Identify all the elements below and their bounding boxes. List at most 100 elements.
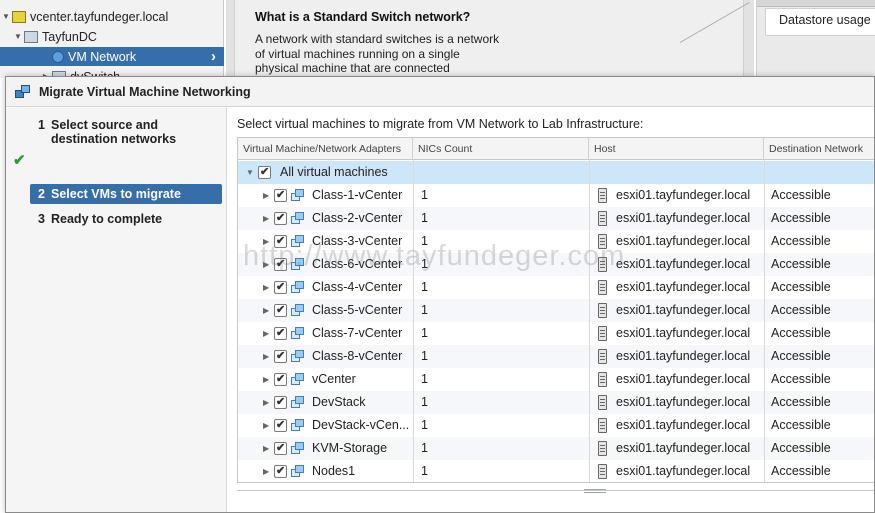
step-number: 3: [38, 212, 45, 226]
vcenter-icon: [12, 10, 26, 23]
nics-count: 1: [421, 188, 428, 202]
nics-count: 1: [421, 464, 428, 478]
host-name: esxi01.tayfundeger.local: [616, 234, 751, 248]
expand-arrow-icon[interactable]: ▶: [263, 391, 269, 414]
wizard-steps: ✔ 1 Select source and destination networ…: [6, 108, 227, 512]
step-select-vms[interactable]: 2 Select VMs to migrate: [30, 184, 222, 204]
tree-node-vcenter[interactable]: ▼ vcenter.tayfundeger.local: [0, 7, 224, 26]
host-name: esxi01.tayfundeger.local: [616, 441, 751, 455]
resize-grip[interactable]: [584, 489, 606, 493]
vm-row[interactable]: ▶ DevStack 1 esxi01.tayfundeger.local Access…: [238, 391, 874, 414]
host-icon: [598, 326, 607, 341]
expand-arrow-icon[interactable]: ▶: [263, 437, 269, 460]
vm-row[interactable]: ▶ vCenter 1 esxi01.tayfundeger.local Accessi…: [238, 368, 874, 391]
vm-checkbox[interactable]: [274, 211, 287, 225]
expand-arrow-icon[interactable]: ▼: [12, 32, 24, 41]
vm-checkbox[interactable]: [274, 418, 287, 432]
right-portlet: Datastore usage: [756, 0, 875, 78]
vm-row[interactable]: ▶ Nodes1 1 esxi01.tayfundeger.local Accessib…: [238, 460, 874, 482]
vm-checkbox[interactable]: [274, 395, 287, 409]
vm-row[interactable]: ▶ Class-7-vCenter 1 esxi01.tayfundeger.loca…: [238, 322, 874, 345]
vm-name: Class-7-vCenter: [312, 326, 403, 340]
vm-checkbox[interactable]: [274, 441, 287, 455]
step-select-networks[interactable]: 1 Select source and destination networks: [30, 118, 222, 148]
host-icon: [598, 349, 607, 364]
host-name: esxi01.tayfundeger.local: [616, 257, 751, 271]
vm-grid: Virtual Machine/Network Adapters NICs Co…: [237, 137, 874, 483]
destination-network: Accessible: [771, 257, 831, 271]
nics-count: 1: [421, 372, 428, 386]
expand-arrow-icon[interactable]: ▶: [263, 299, 269, 322]
host-icon: [598, 211, 607, 226]
vm-row[interactable]: ▶ DevStack-vCen... 1 esxi01.tayfundeger.loc…: [238, 414, 874, 437]
vm-icon: [291, 442, 305, 455]
nics-count: 1: [421, 349, 428, 363]
expand-arrow-icon[interactable]: ▼: [0, 12, 12, 21]
column-header-vm[interactable]: Virtual Machine/Network Adapters: [238, 138, 413, 160]
step-label: Select source and destination networks: [51, 118, 177, 146]
tree-node-label: TayfunDC: [42, 29, 97, 44]
help-diagram-line: [679, 2, 750, 43]
instruction-text: Select virtual machines to migrate from …: [237, 117, 644, 131]
host-name: esxi01.tayfundeger.local: [616, 418, 751, 432]
chevron-right-icon[interactable]: ›: [211, 48, 216, 65]
destination-network: Accessible: [771, 464, 831, 478]
vm-icon: [291, 212, 305, 225]
host-icon: [598, 280, 607, 295]
navigator-tree: ▼ vcenter.tayfundeger.local ▼ TayfunDC V…: [0, 0, 224, 78]
vm-checkbox[interactable]: [274, 326, 287, 340]
column-header-host[interactable]: Host: [589, 138, 764, 160]
host-name: esxi01.tayfundeger.local: [616, 349, 751, 363]
host-name: esxi01.tayfundeger.local: [616, 188, 751, 202]
vm-icon: [291, 373, 305, 386]
migrate-network-icon: [15, 84, 31, 99]
vm-checkbox[interactable]: [274, 464, 287, 478]
vm-row[interactable]: ▶ Class-5-vCenter 1 esxi01.tayfundeger.loca…: [238, 299, 874, 322]
all-vms-row[interactable]: ▼ All virtual machines: [238, 161, 874, 184]
vm-checkbox[interactable]: [274, 303, 287, 317]
expand-arrow-icon[interactable]: ▶: [263, 184, 269, 207]
step-ready-to-complete[interactable]: 3 Ready to complete: [30, 212, 222, 228]
vm-name: Class-1-vCenter: [312, 188, 403, 202]
datastore-usage-label: Datastore usage: [779, 13, 871, 27]
vm-checkbox[interactable]: [274, 372, 287, 386]
vm-row[interactable]: ▶ Class-8-vCenter 1 esxi01.tayfundeger.loca…: [238, 345, 874, 368]
checkmark-icon: ✔: [13, 152, 26, 169]
destination-network: Accessible: [771, 234, 831, 248]
vm-row[interactable]: ▶ Class-2-vCenter 1 esxi01.tayfundeger.loca…: [238, 207, 874, 230]
nics-count: 1: [421, 303, 428, 317]
vm-row[interactable]: ▶ Class-1-vCenter 1 esxi01.tayfundeger.loca…: [238, 184, 874, 207]
dialog-title-bar[interactable]: Migrate Virtual Machine Networking: [6, 77, 874, 107]
column-header-nics[interactable]: NICs Count: [413, 138, 589, 160]
collapse-arrow-icon[interactable]: ▼: [246, 161, 254, 184]
destination-network: Accessible: [771, 326, 831, 340]
nics-count: 1: [421, 326, 428, 340]
destination-network: Accessible: [771, 280, 831, 294]
vm-row[interactable]: ▶ Class-4-vCenter 1 esxi01.tayfundeger.loca…: [238, 276, 874, 299]
host-name: esxi01.tayfundeger.local: [616, 303, 751, 317]
expand-arrow-icon[interactable]: ▶: [263, 460, 269, 482]
expand-arrow-icon[interactable]: ▶: [263, 368, 269, 391]
expand-arrow-icon[interactable]: ▶: [263, 207, 269, 230]
vm-icon: [291, 396, 305, 409]
vm-checkbox[interactable]: [274, 349, 287, 363]
expand-arrow-icon[interactable]: ▶: [263, 276, 269, 299]
tree-node-label: VM Network: [68, 49, 137, 64]
vm-checkbox[interactable]: [274, 188, 287, 202]
expand-arrow-icon[interactable]: ▶: [263, 414, 269, 437]
nics-count: 1: [421, 418, 428, 432]
migrate-networking-dialog: Migrate Virtual Machine Networking ✔ 1 S…: [5, 76, 875, 513]
vm-checkbox[interactable]: [274, 280, 287, 294]
vm-row[interactable]: ▶ KVM-Storage 1 esxi01.tayfundeger.local Acc…: [238, 437, 874, 460]
expand-arrow-icon[interactable]: ▶: [263, 345, 269, 368]
tree-node-datacenter[interactable]: ▼ TayfunDC: [0, 27, 224, 46]
vm-icon: [291, 327, 305, 340]
expand-arrow-icon[interactable]: ▶: [263, 322, 269, 345]
tree-node-vm-network[interactable]: VM Network ›: [0, 47, 224, 66]
column-header-destination[interactable]: Destination Network: [764, 138, 874, 160]
vm-name: Class-5-vCenter: [312, 303, 403, 317]
nics-count: 1: [421, 395, 428, 409]
vm-name: Class-8-vCenter: [312, 349, 403, 363]
watermark: http://www.tayfundeger.com: [243, 240, 626, 272]
select-all-checkbox[interactable]: [258, 165, 271, 179]
